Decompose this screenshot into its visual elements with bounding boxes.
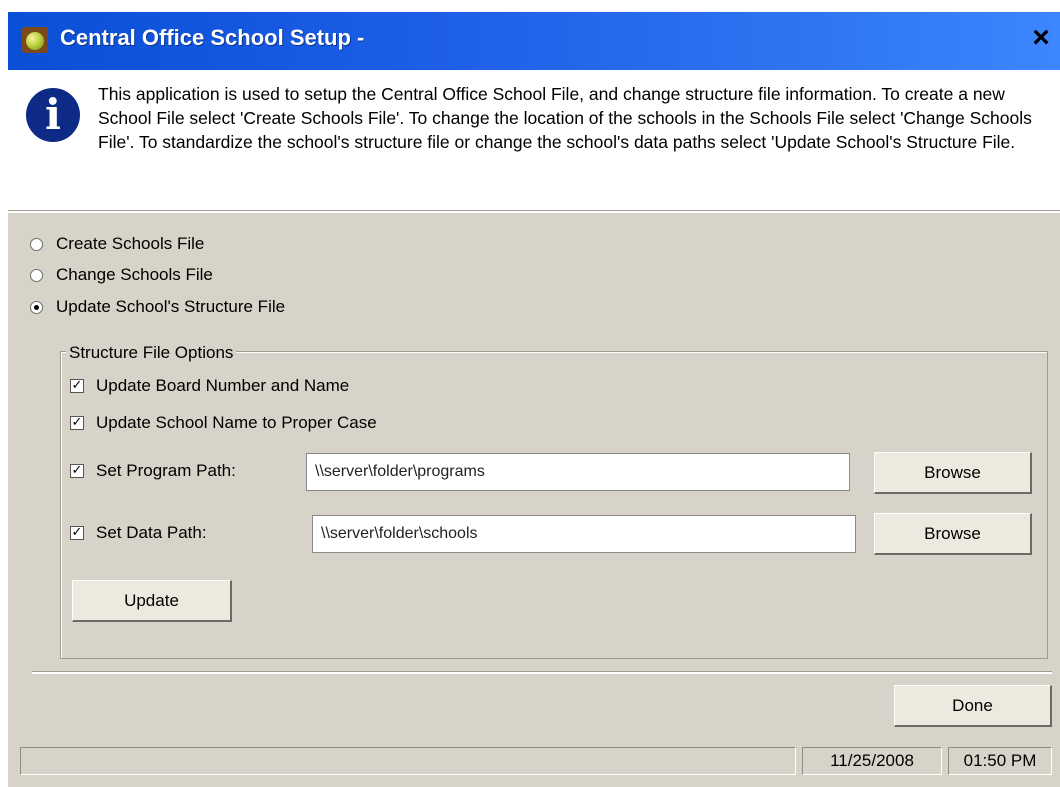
program-path-checkbox[interactable]: ✓ (70, 464, 84, 478)
radio-button[interactable] (30, 300, 43, 314)
update-board-checkbox[interactable]: ✓ (70, 379, 84, 393)
done-button[interactable]: Done (894, 685, 1052, 727)
setup-window: Central Office School Setup - × i This a… (8, 12, 1060, 787)
status-time: 01:50 PM (948, 747, 1052, 775)
update-board-label: Update Board Number and Name (96, 376, 350, 395)
data-path-option[interactable]: ✓ Set Data Path: (70, 523, 207, 543)
proper-case-label: Update School Name to Proper Case (96, 413, 377, 432)
radio-label: Update School's Structure File (56, 297, 286, 316)
radio-update-structure-file[interactable]: Update School's Structure File (30, 297, 285, 317)
status-date: 11/25/2008 (802, 747, 942, 775)
update-button[interactable]: Update (72, 580, 232, 622)
data-path-checkbox[interactable]: ✓ (70, 526, 84, 540)
info-icon: i (26, 88, 80, 142)
radio-button[interactable] (30, 268, 43, 282)
program-path-label: Set Program Path: (96, 461, 236, 480)
data-path-input[interactable]: \\server\folder\schools (312, 515, 856, 553)
header-divider (8, 210, 1060, 213)
browse-program-path-button[interactable]: Browse (874, 452, 1032, 494)
radio-create-schools-file[interactable]: Create Schools File (30, 234, 204, 254)
footer-divider (32, 671, 1052, 674)
radio-button[interactable] (30, 237, 43, 251)
close-button[interactable]: × (1026, 22, 1056, 54)
radio-label: Change Schools File (56, 265, 213, 284)
update-board-option[interactable]: ✓ Update Board Number and Name (70, 376, 349, 396)
title-bar[interactable]: Central Office School Setup - × (8, 12, 1060, 70)
program-path-option[interactable]: ✓ Set Program Path: (70, 461, 236, 481)
data-path-label: Set Data Path: (96, 523, 207, 542)
group-title: Structure File Options (66, 343, 237, 363)
browse-data-path-button[interactable]: Browse (874, 513, 1032, 555)
proper-case-option[interactable]: ✓ Update School Name to Proper Case (70, 413, 377, 433)
apple-icon (22, 27, 48, 53)
program-path-input[interactable]: \\server\folder\programs (306, 453, 850, 491)
status-message-panel (20, 747, 796, 775)
window-title: Central Office School Setup - (60, 25, 365, 50)
info-description: This application is used to setup the Ce… (98, 84, 1032, 152)
radio-change-schools-file[interactable]: Change Schools File (30, 265, 213, 285)
info-panel: i This application is used to setup the … (8, 70, 1060, 210)
radio-label: Create Schools File (56, 234, 205, 253)
proper-case-checkbox[interactable]: ✓ (70, 416, 84, 430)
